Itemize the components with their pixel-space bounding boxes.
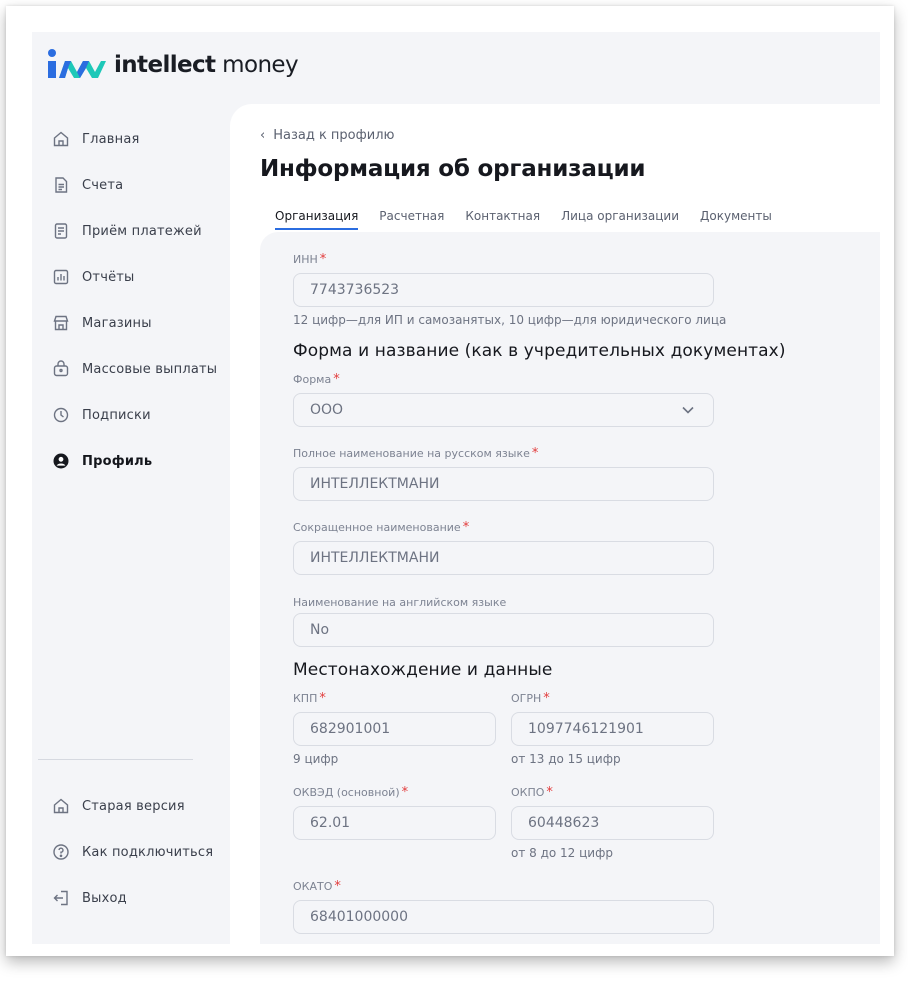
sidebar-item-label: Главная <box>82 131 140 147</box>
clock-icon <box>52 406 70 424</box>
user-icon <box>52 452 70 470</box>
chevron-left-icon: ‹ <box>260 128 266 143</box>
okpo-label: ОКПО * <box>511 785 553 800</box>
tab-contact[interactable]: Контактная <box>465 209 540 230</box>
full-name-field[interactable]: ИНТЕЛЛЕКТМАНИ <box>293 467 714 501</box>
home-icon <box>52 797 70 815</box>
sidebar-item-label: Приём платежей <box>82 223 202 239</box>
form-type-label: Форма * <box>293 372 340 387</box>
ogrn-hint: от 13 до 15 цифр <box>511 752 621 766</box>
sidebar-item-label: Массовые выплаты <box>82 361 218 377</box>
receipt-icon <box>52 222 70 240</box>
short-name-field[interactable]: ИНТЕЛЛЕКТМАНИ <box>293 541 714 575</box>
logout-icon <box>52 889 70 907</box>
okpo-field[interactable]: 60448623 <box>511 806 714 840</box>
sidebar-item-label: Отчёты <box>82 269 135 285</box>
page-title: Информация об организации <box>260 156 646 182</box>
store-icon <box>52 314 70 332</box>
chevron-down-icon <box>682 406 694 414</box>
section-location-and-data: Местонахождение и данные <box>293 660 553 680</box>
ogrn-field[interactable]: 1097746121901 <box>511 712 714 746</box>
organization-form: ИНН * 7743736523 12 цифр—для ИП и самозан… <box>260 232 880 944</box>
sidebar-item-label: Как подключиться <box>82 844 214 860</box>
okato-field[interactable]: 68401000000 <box>293 900 714 934</box>
back-to-profile-link[interactable]: ‹ Назад к профилю <box>260 128 394 143</box>
help-icon <box>52 843 70 861</box>
sidebar-item-old-version[interactable]: Старая версия <box>52 794 242 818</box>
main-content: ‹ Назад к профилю Информация об организа… <box>230 104 880 944</box>
document-icon <box>52 176 70 194</box>
ogrn-label: ОГРН * <box>511 691 550 706</box>
tab-documents[interactable]: Документы <box>700 209 772 230</box>
tab-settlement[interactable]: Расчетная <box>379 209 444 230</box>
okved-label: ОКВЭД (основной) * <box>293 785 409 800</box>
kpp-hint: 9 цифр <box>293 752 339 766</box>
okved-field[interactable]: 62.01 <box>293 806 496 840</box>
sidebar-divider <box>38 759 193 760</box>
tab-organization-persons[interactable]: Лица организации <box>561 209 679 230</box>
wallet-icon <box>52 360 70 378</box>
sidebar-item-profile[interactable]: Профиль <box>52 449 242 473</box>
home-icon <box>52 130 70 148</box>
tab-bar: Организация Расчетная Контактная Лица ор… <box>275 209 793 230</box>
brand-logo[interactable]: intellect money <box>46 48 299 82</box>
sidebar-item-reports[interactable]: Отчёты <box>52 265 242 289</box>
form-type-select[interactable]: ООО <box>293 393 714 427</box>
back-label: Назад к профилю <box>273 128 395 143</box>
logo-mark-icon <box>48 49 106 78</box>
sidebar-item-label: Магазины <box>82 315 152 331</box>
inn-field[interactable]: 7743736523 <box>293 273 714 307</box>
sidebar-item-label: Счета <box>82 177 124 193</box>
section-form-and-name: Форма и название (как в учредительных до… <box>293 341 786 361</box>
sidebar-item-accounts[interactable]: Счета <box>52 173 242 197</box>
sidebar-item-how-to-connect[interactable]: Как подключиться <box>52 840 242 864</box>
sidebar-item-label: Профиль <box>82 453 153 469</box>
inn-label: ИНН * <box>293 252 327 267</box>
inn-hint: 12 цифр—для ИП и самозанятых, 10 цифр—дл… <box>293 313 727 327</box>
tab-organization[interactable]: Организация <box>275 209 359 230</box>
short-name-label: Сокращенное наименование * <box>293 520 470 535</box>
sidebar-item-label: Выход <box>82 890 127 906</box>
app-window: intellect money Главная Счета Приём плат… <box>32 32 880 944</box>
sidebar-item-stores[interactable]: Магазины <box>52 311 242 335</box>
sidebar-item-label: Старая версия <box>82 798 185 814</box>
kpp-field[interactable]: 682901001 <box>293 712 496 746</box>
sidebar-item-subscriptions[interactable]: Подписки <box>52 403 242 427</box>
form-type-value: ООО <box>310 402 344 418</box>
sidebar-item-home[interactable]: Главная <box>52 127 242 151</box>
full-name-label: Полное наименование на русском языке * <box>293 446 539 461</box>
logo-wordmark: intellect money <box>114 52 299 78</box>
english-name-field[interactable]: No <box>293 613 714 647</box>
okato-label: ОКАТО * <box>293 879 341 894</box>
chart-icon <box>52 268 70 286</box>
sidebar-item-logout[interactable]: Выход <box>52 886 242 910</box>
english-name-label: Наименование на английском языке <box>293 596 507 609</box>
screenshot-frame: intellect money Главная Счета Приём плат… <box>6 6 894 956</box>
sidebar-item-label: Подписки <box>82 407 151 423</box>
okpo-hint: от 8 до 12 цифр <box>511 846 613 860</box>
sidebar-item-payments[interactable]: Приём платежей <box>52 219 242 243</box>
sidebar-item-mass-payouts[interactable]: Массовые выплаты <box>52 357 242 381</box>
kpp-label: КПП * <box>293 691 326 706</box>
